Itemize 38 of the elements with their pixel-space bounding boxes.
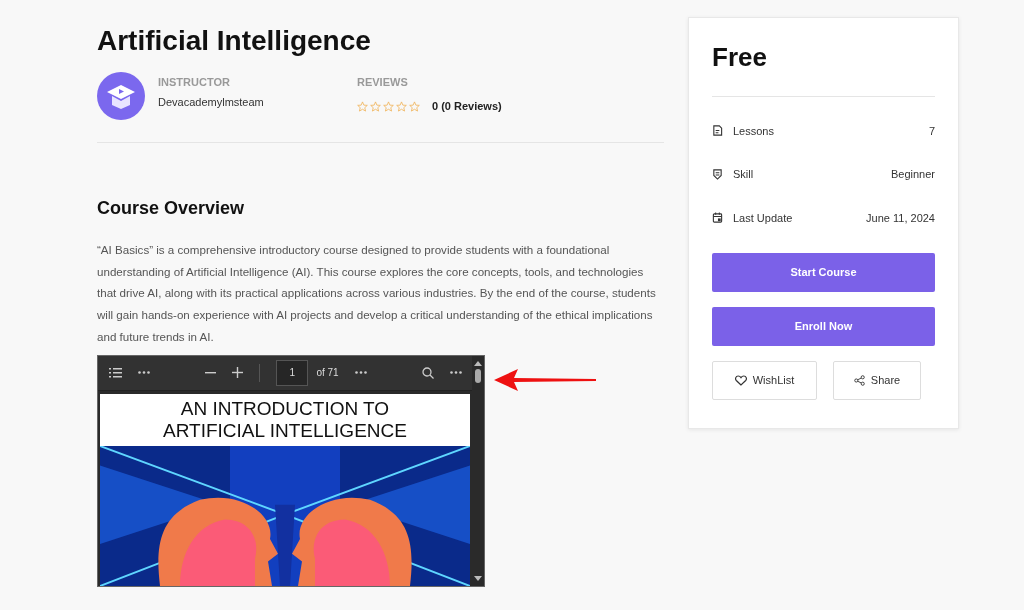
instructor-label: INSTRUCTOR xyxy=(158,76,231,88)
share-icon xyxy=(853,374,865,386)
zoom-in-icon[interactable] xyxy=(232,367,244,378)
zoom-out-icon[interactable] xyxy=(205,371,217,374)
scroll-up-icon[interactable] xyxy=(474,360,482,366)
more-icon[interactable] xyxy=(354,371,367,374)
course-title: Artificial Intelligence xyxy=(97,24,372,58)
heart-icon xyxy=(734,374,747,386)
detail-value: June 11, 2024 xyxy=(866,211,935,224)
document-title: AN INTRODUCTION TO xyxy=(180,397,390,420)
more-icon[interactable] xyxy=(450,371,462,374)
page-count: of 71 xyxy=(316,367,339,378)
page-number-field[interactable]: 1 xyxy=(276,359,309,386)
detail-value: Beginner xyxy=(890,168,935,181)
reviews-summary: 0 (0 Reviews) xyxy=(432,100,502,112)
graduation-cap-icon xyxy=(97,72,145,120)
calendar-icon xyxy=(712,212,723,224)
detail-label: Skill xyxy=(733,168,755,181)
search-icon[interactable] xyxy=(422,366,434,379)
scroll-thumb[interactable] xyxy=(475,368,481,383)
wishlist-button[interactable]: WishList xyxy=(712,360,817,400)
more-icon[interactable] xyxy=(138,371,150,374)
document-title: ARTIFICIAL INTELLIGENCE xyxy=(163,419,407,442)
scroll-down-icon[interactable] xyxy=(474,575,482,581)
detail-value: 7 xyxy=(928,124,935,137)
detail-label: Last Update xyxy=(733,211,794,224)
share-button[interactable]: Share xyxy=(833,360,921,400)
reviews-label: REVIEWS xyxy=(357,76,409,88)
instructor-name: Devacademylmsteam xyxy=(158,96,264,108)
overview-text: “AI Basics” is a comprehensive introductory course designed to provide students with a foundational understanding of Artificial Intelligence (AI). This course explores the core concepts, tools, and technologies that drive AI, along with its practical applications across various industries. By the end of the course, students will gain hands-on experience with AI projects and develop a critical understanding of the ethical implications and future trends in AI. xyxy=(97,242,657,345)
course-action-button[interactable]: Enroll Now xyxy=(712,306,935,346)
document-icon xyxy=(712,125,723,137)
badge-icon xyxy=(712,168,723,180)
course-price: Free xyxy=(712,42,935,97)
overview-heading: Course Overview xyxy=(97,198,246,219)
detail-label: Lessons xyxy=(733,124,775,137)
outline-icon[interactable] xyxy=(109,367,122,378)
course-action-button[interactable]: Start Course xyxy=(712,252,935,292)
